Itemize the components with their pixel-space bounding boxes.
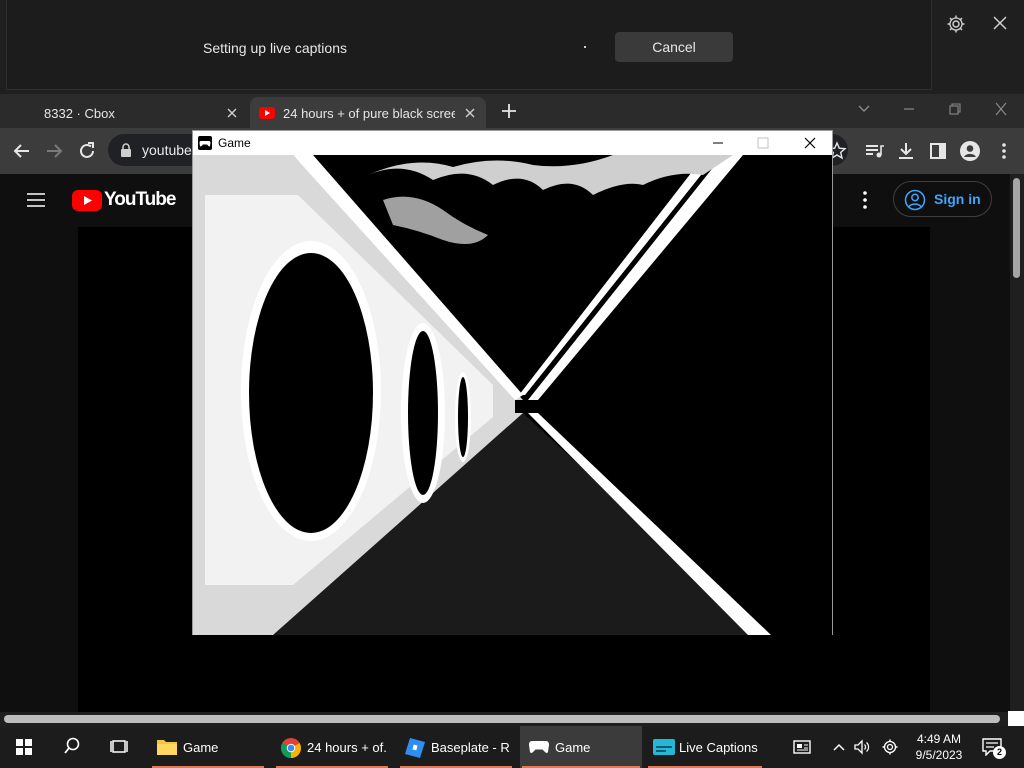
reload-icon[interactable] <box>76 140 98 162</box>
restore-icon[interactable] <box>947 102 963 116</box>
settings-gear-icon[interactable] <box>946 14 966 34</box>
captions-panel <box>6 0 932 90</box>
side-panel-icon[interactable] <box>927 140 949 162</box>
notification-count-badge: 2 <box>993 746 1006 759</box>
live-captions-icon <box>653 739 675 755</box>
game-close-icon[interactable] <box>803 136 817 150</box>
taskbar-item-label: Game <box>183 740 219 755</box>
news-widget-icon[interactable] <box>793 739 811 755</box>
task-view-icon[interactable] <box>109 726 129 768</box>
captions-cancel-button[interactable]: Cancel <box>615 32 733 62</box>
tab-close-icon[interactable] <box>226 107 238 119</box>
taskbar-item-label: Game <box>555 740 591 755</box>
game-viewport[interactable] <box>193 155 832 635</box>
chevron-up-icon[interactable] <box>830 739 848 755</box>
more-menu-icon[interactable] <box>993 140 1015 162</box>
game-window[interactable]: Game <box>192 130 833 635</box>
live-captions-bar: Setting up live captions Cancel <box>0 0 1024 94</box>
youtube-logo-text: YouTube <box>104 189 176 210</box>
profile-avatar-icon[interactable] <box>959 140 981 162</box>
vertical-scroll-thumb[interactable] <box>1013 178 1020 278</box>
scroll-corner <box>1008 711 1024 727</box>
tab-close-icon[interactable] <box>464 107 476 119</box>
notification-center-button[interactable]: 2 <box>982 738 1006 760</box>
captions-status-text: Setting up live captions <box>203 40 347 56</box>
lock-icon <box>121 143 131 157</box>
address-text: youtube <box>142 142 192 158</box>
youtube-play-logo-icon <box>72 190 102 211</box>
folder-icon <box>157 740 177 755</box>
forward-arrow-icon[interactable] <box>43 140 65 162</box>
back-arrow-icon[interactable] <box>11 140 33 162</box>
tab-cbox[interactable]: 8332 · Cbox <box>8 97 248 128</box>
search-icon[interactable] <box>62 726 82 768</box>
game-maximize-icon[interactable] <box>756 136 770 150</box>
sign-in-button[interactable]: Sign in <box>893 181 992 217</box>
chrome-icon <box>280 738 301 759</box>
tab-title: 8332 · Cbox <box>44 106 115 121</box>
taskbar-item-game[interactable]: Game <box>520 726 642 768</box>
hamburger-menu-icon[interactable] <box>26 192 46 208</box>
game-controller-icon <box>198 136 212 150</box>
game-titlebar[interactable]: Game <box>193 131 832 155</box>
minimize-icon[interactable] <box>901 102 917 116</box>
youtube-favicon-icon <box>259 107 275 119</box>
taskbar-item-file-explorer[interactable]: Game <box>150 726 266 768</box>
account-circle-icon <box>904 189 926 211</box>
tab-title: 24 hours + of pure black screen in HD <box>283 106 455 121</box>
taskbar: Game 24 hours + of... Baseplate - R... G… <box>0 726 1024 768</box>
download-icon[interactable] <box>895 140 917 162</box>
game-window-title: Game <box>218 136 251 150</box>
taskbar-item-label: 24 hours + of... <box>307 740 387 755</box>
taskbar-item-live-captions[interactable]: Live Captions <box>646 726 764 768</box>
clock-time: 4:49 AM <box>916 732 962 746</box>
vertical-scrollbar[interactable] <box>1010 174 1024 722</box>
taskbar-item-label: Baseplate - R... <box>431 740 511 755</box>
taskbar-item-label: Live Captions <box>679 740 758 755</box>
game-minimize-icon[interactable] <box>711 136 725 150</box>
settings-gear-icon[interactable] <box>881 739 899 755</box>
sign-in-label: Sign in <box>934 191 981 207</box>
speaker-volume-icon[interactable] <box>853 739 871 755</box>
window-close-icon[interactable] <box>993 102 1009 116</box>
tab-youtube[interactable]: 24 hours + of pure black screen in HD <box>250 97 486 128</box>
taskbar-item-chrome[interactable]: 24 hours + of... <box>274 726 390 768</box>
new-tab-plus-icon[interactable] <box>500 102 518 120</box>
roblox-studio-icon <box>405 738 425 758</box>
settings-kebab-icon[interactable] <box>862 190 868 210</box>
taskbar-item-roblox-studio[interactable]: Baseplate - R... <box>398 726 514 768</box>
close-icon[interactable] <box>991 14 1009 32</box>
windows-start-icon[interactable] <box>14 726 34 768</box>
horizontal-scrollbar[interactable] <box>0 712 1024 726</box>
clock-date: 9/5/2023 <box>915 748 963 762</box>
captions-progress-dot <box>584 46 586 48</box>
game-controller-icon <box>529 741 549 753</box>
system-clock[interactable]: 4:49 AM 9/5/2023 <box>912 731 966 763</box>
tab-search-chevron-icon[interactable] <box>856 102 872 116</box>
media-queue-icon[interactable] <box>863 140 885 162</box>
horizontal-scroll-thumb[interactable] <box>4 715 1000 723</box>
youtube-logo[interactable]: YouTube <box>72 189 176 211</box>
